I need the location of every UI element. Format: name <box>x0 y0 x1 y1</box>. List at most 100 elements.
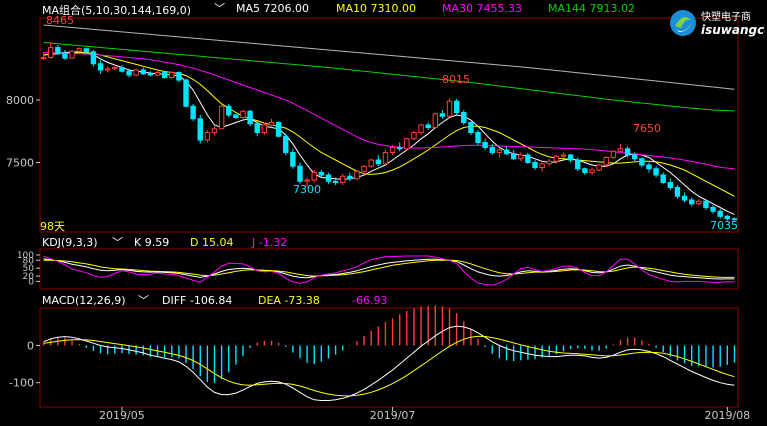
candle-body-down <box>489 147 495 153</box>
candle-body-down <box>575 159 581 170</box>
kdj-title[interactable]: KDJ(9,3,3) <box>42 236 98 249</box>
candle <box>518 152 524 162</box>
x-tick-label: 2019/05 <box>99 409 145 422</box>
candle-body-up <box>589 169 595 173</box>
ma-title-chevron-icon[interactable]: ﹀ <box>214 0 225 16</box>
candle-body-down <box>161 72 168 78</box>
candle-body-down <box>453 100 460 113</box>
candle-body-down <box>140 69 146 75</box>
candle-body-up <box>603 157 609 166</box>
low-label-7300: 7300 <box>293 183 321 196</box>
candle-body-down <box>582 168 588 173</box>
candle-body-down <box>674 187 681 197</box>
candle-body-up <box>411 132 417 140</box>
candle-body-up <box>311 172 317 181</box>
candle-body-down <box>375 159 382 165</box>
candle <box>354 170 360 180</box>
chart-stage: 8000 7500 100 80 50 20 0 0 -100 2019/05 2019/07 2… <box>0 0 767 422</box>
ma10-legend: MA10 7310.00 <box>336 2 416 15</box>
candle-body-down <box>717 210 723 217</box>
candle <box>226 103 232 118</box>
candle <box>461 110 467 125</box>
candle-body-down <box>425 124 431 128</box>
candle-body-down <box>532 162 538 168</box>
candle-body-up <box>432 113 439 128</box>
candle-body-up <box>617 148 624 152</box>
candle-body-up <box>518 154 524 160</box>
candle <box>69 50 75 59</box>
candle-body-down <box>525 154 531 163</box>
logo-en-text: isuwangco <box>701 23 765 37</box>
candle-body-down <box>681 195 688 201</box>
candle <box>90 50 97 67</box>
candle-body-up <box>76 48 82 52</box>
candle <box>453 98 460 115</box>
candle <box>47 41 54 59</box>
candle-body-up <box>361 165 367 172</box>
candle <box>418 123 424 135</box>
candle-body-up <box>446 100 453 117</box>
candle-body-up <box>389 147 396 153</box>
ma5-legend: MA5 7206.00 <box>236 2 309 15</box>
x-tick-label: 2019/07 <box>370 409 416 422</box>
candle <box>211 126 218 135</box>
candle-body-down <box>653 168 659 176</box>
candle <box>567 153 574 163</box>
candle <box>183 78 189 108</box>
candle <box>710 205 716 214</box>
macd-dea-line <box>43 335 735 397</box>
candle <box>425 122 431 130</box>
kdj-panel-frame <box>39 248 739 290</box>
candle <box>468 121 474 135</box>
candle-body-down <box>710 207 716 212</box>
candle <box>582 167 588 175</box>
candle <box>240 110 246 119</box>
price-tick-label: 8000 <box>6 94 34 107</box>
candle-body-up <box>610 150 617 158</box>
candle-body-down <box>226 105 232 116</box>
candle <box>275 121 282 138</box>
candle <box>532 160 538 170</box>
candle <box>119 65 125 73</box>
candle <box>375 155 382 167</box>
candle-body-up <box>154 72 161 76</box>
candle <box>482 138 488 150</box>
candle-body-down <box>55 47 61 55</box>
candle-body-up <box>304 179 310 182</box>
candle-body-down <box>567 154 574 161</box>
macd-diff-value: DIFF -106.84 <box>162 294 233 307</box>
candle <box>268 118 275 128</box>
candle <box>539 162 545 172</box>
candle <box>133 68 139 77</box>
candle-body-up <box>496 149 503 153</box>
candle-body-down <box>97 63 104 71</box>
kdj-title-chevron-icon[interactable]: ﹀ <box>112 234 123 250</box>
candle <box>169 71 175 79</box>
candle <box>696 198 702 205</box>
candle-body-down <box>325 174 332 182</box>
candle-body-up <box>47 47 54 58</box>
candle-body-down <box>439 113 446 117</box>
candle-body-down <box>197 118 203 141</box>
candle-body-up <box>204 132 211 141</box>
kdj-d-value: D 15.04 <box>190 236 234 249</box>
candle-body-down <box>468 122 474 133</box>
macd-title[interactable]: MACD(12,26,9) <box>42 294 126 307</box>
candle-body-down <box>119 67 125 72</box>
x-tick-label: 2019/08 <box>704 409 750 422</box>
candle <box>411 131 417 140</box>
candle <box>432 112 439 129</box>
macd-title-chevron-icon[interactable]: ﹀ <box>138 292 149 308</box>
candle-body-up <box>40 57 47 60</box>
candle <box>475 130 481 145</box>
candle-body-up <box>339 175 346 183</box>
candle <box>688 197 695 207</box>
candle <box>525 152 531 164</box>
candle <box>218 105 225 130</box>
candle <box>261 122 268 135</box>
macd-tick-label: 0 <box>27 339 34 352</box>
candle-body-down <box>190 105 196 120</box>
candle <box>667 178 674 190</box>
candle-body-up <box>354 170 360 180</box>
candle <box>404 137 410 150</box>
